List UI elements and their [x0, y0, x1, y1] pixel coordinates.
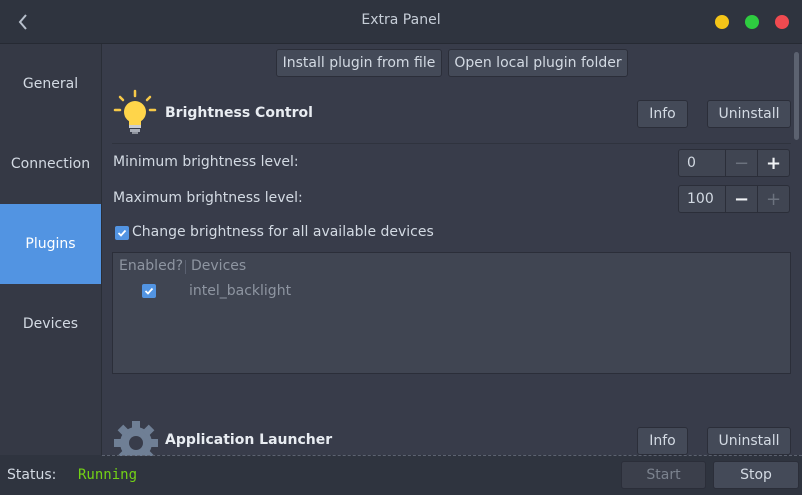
- sidebar-item-label: Connection: [10, 156, 91, 172]
- start-button[interactable]: Start: [621, 461, 706, 489]
- device-enabled-checkbox[interactable]: [142, 284, 156, 298]
- info-button[interactable]: Info: [637, 100, 688, 128]
- sidebar: General Connection Plugins Devices: [0, 44, 102, 455]
- info-button[interactable]: Info: [637, 427, 688, 455]
- checkmark-icon: [144, 287, 154, 295]
- min-brightness-spinner: 0 − +: [678, 149, 790, 177]
- min-brightness-input[interactable]: 0: [678, 149, 726, 177]
- status-value: Running: [78, 467, 138, 483]
- sidebar-item-devices[interactable]: Devices: [0, 284, 101, 364]
- vertical-scrollbar[interactable]: [794, 52, 799, 140]
- sidebar-item-general[interactable]: General: [0, 44, 101, 124]
- maximize-button[interactable]: [745, 15, 759, 29]
- all-devices-label: Change brightness for all available devi…: [132, 224, 434, 240]
- plus-icon: +: [765, 152, 782, 174]
- sidebar-item-label: Plugins: [25, 236, 76, 252]
- uninstall-button[interactable]: Uninstall: [707, 100, 791, 128]
- lightbulb-icon: [113, 89, 157, 134]
- all-devices-checkbox[interactable]: [115, 226, 129, 240]
- decrement-button[interactable]: −: [726, 185, 758, 213]
- install-plugin-button[interactable]: Install plugin from file: [276, 49, 442, 77]
- plus-icon: +: [765, 188, 782, 210]
- divider: [112, 143, 791, 144]
- uninstall-button[interactable]: Uninstall: [707, 427, 791, 455]
- status-bar: Status: Running Start Stop: [0, 456, 802, 495]
- minus-icon: −: [733, 152, 750, 174]
- close-button[interactable]: [775, 15, 789, 29]
- minimize-button[interactable]: [715, 15, 729, 29]
- devices-table: Enabled? Devices intel_backlight: [112, 252, 791, 374]
- status-label: Status:: [7, 467, 57, 483]
- max-brightness-label: Maximum brightness level:: [113, 190, 303, 206]
- checkmark-icon: [117, 229, 127, 237]
- device-name: intel_backlight: [189, 283, 292, 299]
- decrement-button[interactable]: −: [726, 149, 758, 177]
- min-brightness-label: Minimum brightness level:: [113, 154, 299, 170]
- sidebar-item-label: General: [22, 76, 79, 92]
- minus-icon: −: [733, 188, 750, 210]
- increment-button[interactable]: +: [758, 149, 790, 177]
- sidebar-item-label: Devices: [22, 316, 79, 332]
- window-title: Extra Panel: [361, 12, 441, 28]
- column-header-devices[interactable]: Devices: [191, 258, 246, 274]
- column-divider: [185, 260, 186, 274]
- column-header-enabled[interactable]: Enabled?: [119, 258, 183, 274]
- plugin-title: Brightness Control: [165, 105, 313, 121]
- title-bar: Extra Panel: [0, 0, 802, 44]
- increment-button[interactable]: +: [758, 185, 790, 213]
- open-plugin-folder-button[interactable]: Open local plugin folder: [448, 49, 628, 77]
- sidebar-item-connection[interactable]: Connection: [0, 124, 101, 204]
- sidebar-item-plugins[interactable]: Plugins: [0, 204, 101, 284]
- max-brightness-input[interactable]: 100: [678, 185, 726, 213]
- plugin-title: Application Launcher: [165, 432, 333, 448]
- stop-button[interactable]: Stop: [713, 461, 799, 489]
- max-brightness-spinner: 100 − +: [678, 185, 790, 213]
